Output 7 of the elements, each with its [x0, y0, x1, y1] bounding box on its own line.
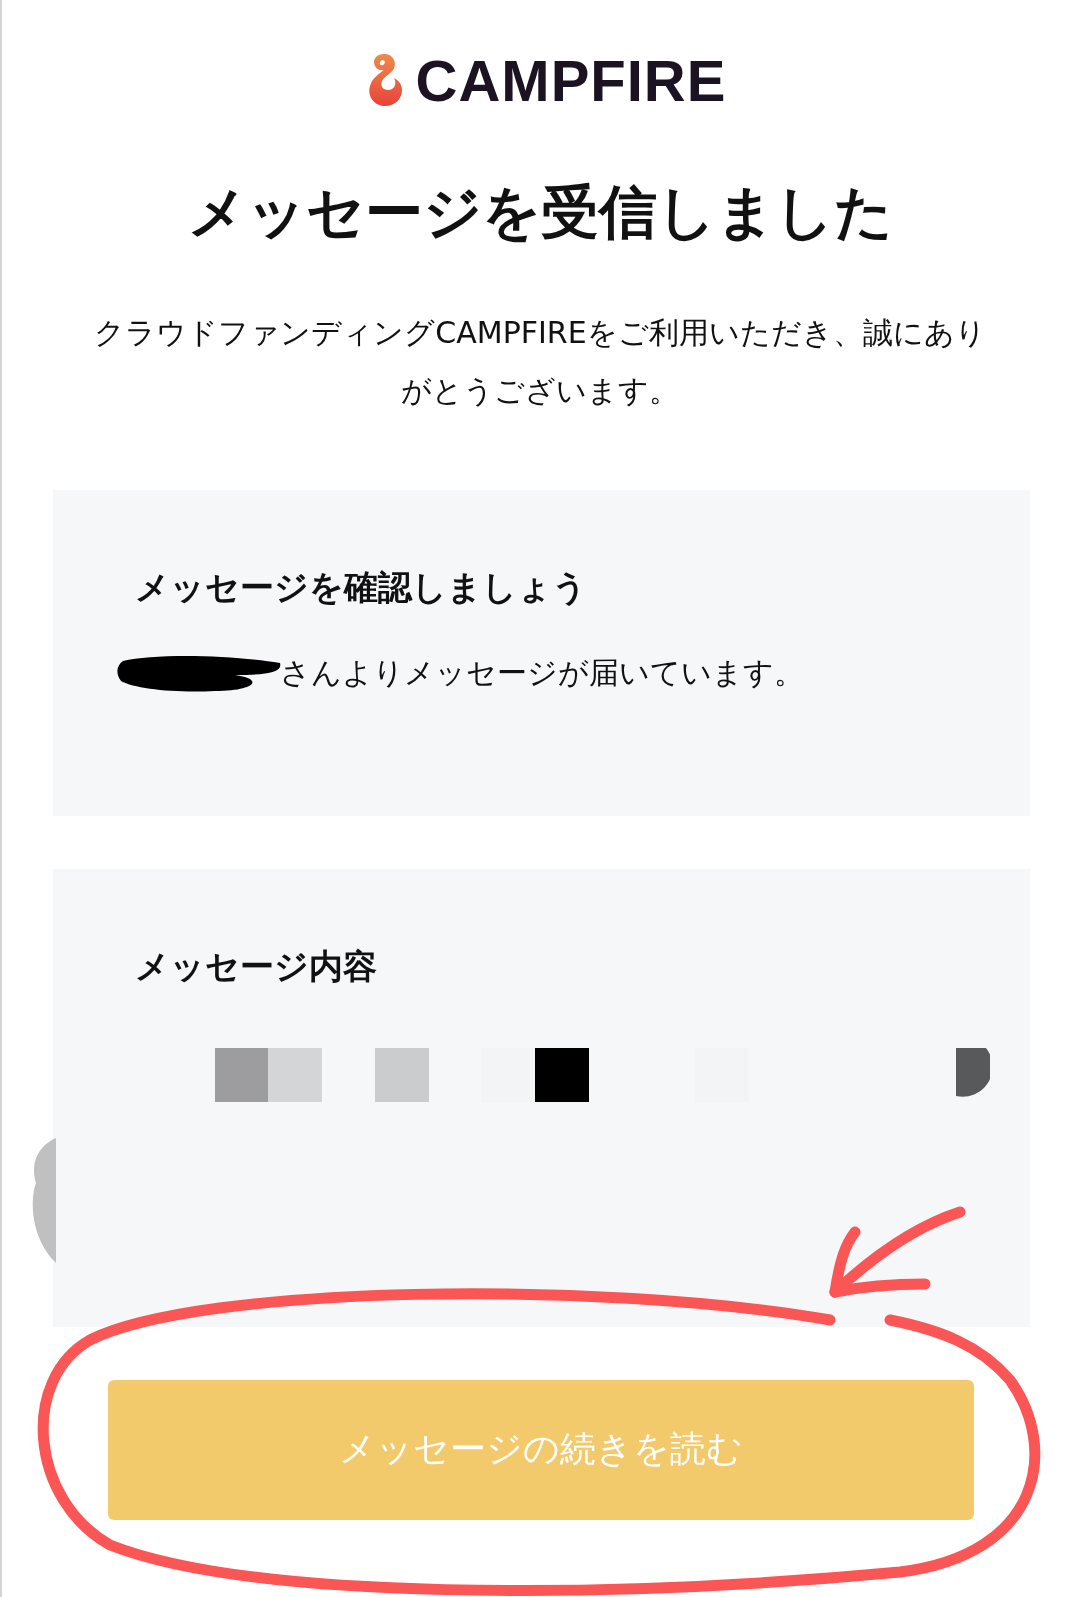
- read-more-button[interactable]: メッセージの続きを読む: [108, 1379, 974, 1520]
- intro-text: クラウドファンディングCAMPFIREをご利用いただき、誠にありがとうございます。: [93, 313, 987, 410]
- notice-text: さんよりメッセージが届いています。: [279, 653, 804, 692]
- card-heading: メッセージ内容: [134, 944, 378, 988]
- page-title: メッセージを受信しました: [187, 178, 893, 248]
- logo-text: CAMPFIRE: [415, 46, 727, 114]
- card-heading: メッセージを確認しましょう: [134, 565, 588, 609]
